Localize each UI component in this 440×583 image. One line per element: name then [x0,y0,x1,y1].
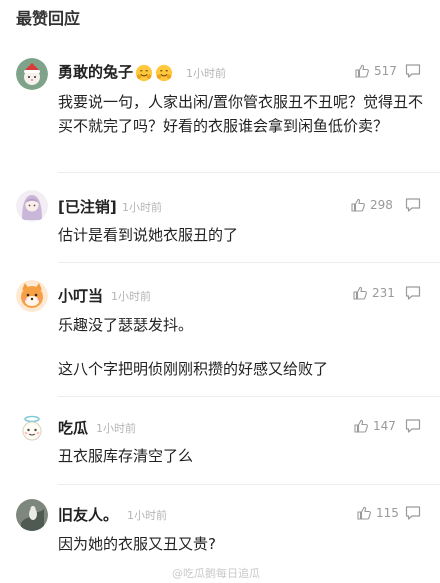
section-title: 最赞回应 [16,9,81,28]
thumbs-up-icon [355,64,369,78]
avatar[interactable] [16,190,48,222]
comment-body: 因为她的衣服又丑又贵? [58,535,216,553]
username[interactable]: 小叮当 [58,286,103,306]
username[interactable]: 吃瓜 [58,418,88,438]
avatar[interactable] [16,413,48,445]
like-button[interactable]: 115 [356,503,399,523]
username[interactable]: [已注销] [58,197,117,217]
like-count: 517 [374,64,397,78]
comment-time: 1小时前 [111,290,151,303]
avatar[interactable] [16,499,48,531]
comment-body: 我要说一句，人家出闲/置你管衣服丑不丑呢？觉得丑不买不就完了吗？好看的衣服谁会拿… [58,93,424,135]
like-button[interactable]: 298 [350,195,393,215]
like-count: 298 [370,198,393,212]
comment-time: 1小时前 [96,422,136,435]
avatar-image [16,280,48,312]
avatar-image [16,413,48,445]
avatar-image [16,499,48,531]
thumbs-up-icon [353,286,367,300]
like-count: 115 [376,506,399,520]
like-button[interactable]: 231 [352,283,395,303]
comment-body: 丑衣服库存清空了么 [58,447,194,465]
like-count: 231 [372,286,395,300]
reply-comment-icon[interactable] [404,284,422,302]
thumbs-up-icon [351,198,365,212]
username-text: 勇敢的兔子 [58,63,134,81]
watermark: @吃瓜鹅每日追瓜 [172,567,260,580]
reply-comment-icon[interactable] [404,504,422,522]
comment-body: 乐趣没了瑟瑟发抖。 [58,316,194,334]
comment-body-paragraph: 这八个字把明侦刚刚积攒的好感又给败了 [58,360,329,378]
reply-comment-icon[interactable] [404,62,422,80]
avatar[interactable] [16,280,48,312]
divider [58,172,440,173]
avatar-image [16,58,48,90]
comment-body: 估计是看到说她衣服丑的了 [58,226,239,244]
avatar-image [16,190,48,222]
reply-comment-icon[interactable] [404,417,422,435]
hugging-face-icon [155,64,173,81]
hugging-face-icon [135,64,153,81]
divider [58,484,440,485]
username[interactable]: 旧友人。 [58,505,118,525]
like-button[interactable]: 147 [353,416,396,436]
thumbs-up-icon [357,506,371,520]
like-count: 147 [373,419,396,433]
divider [58,396,440,397]
divider [58,262,440,263]
comment-time: 1小时前 [122,201,162,214]
avatar[interactable] [16,58,48,90]
reply-comment-icon[interactable] [404,196,422,214]
like-button[interactable]: 517 [354,61,397,81]
comment-time: 1小时前 [127,509,167,522]
thumbs-up-icon [354,419,368,433]
comment-time: 1小时前 [186,67,226,80]
username[interactable]: 勇敢的兔子 [58,62,173,82]
